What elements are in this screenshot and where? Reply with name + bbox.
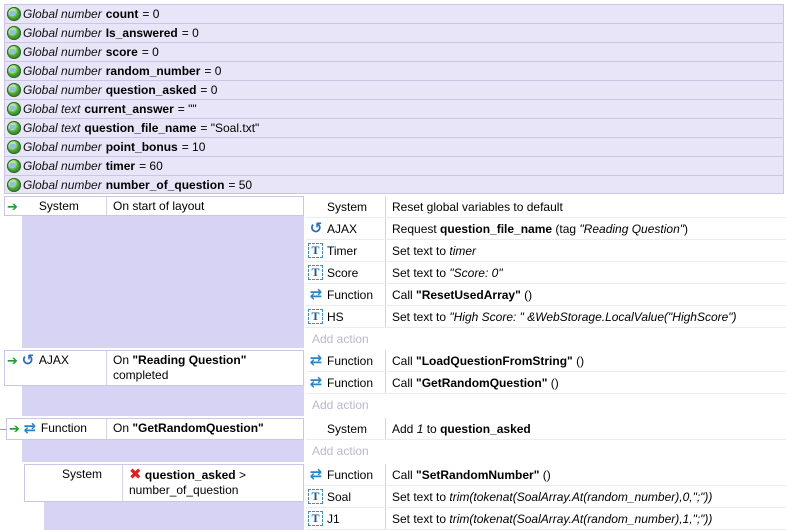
globe-icon [7,178,21,192]
event-3-actions: System Add 1 to question_asked Add actio… [306,418,786,462]
action-row[interactable]: System Reset global variables to default [306,196,786,218]
event-4-condition[interactable]: System ✖ question_asked > number_of_quest… [24,464,304,502]
global-variable-row[interactable]: Global number count = 0 [4,4,784,23]
globe-icon [7,64,21,78]
text-object-icon: T [308,510,323,526]
globe-icon [7,140,21,154]
globe-icon [7,26,21,40]
function-icon: ⇄ [309,465,323,483]
condition-object: System [25,465,123,501]
gear-icon [308,199,324,215]
globe-icon [7,83,21,97]
globe-icon [7,159,21,173]
text-object-icon: T [308,308,323,324]
action-row[interactable]: ⇄ Function Call "SetRandomNumber" () [306,464,786,486]
action-row[interactable]: ⇄ Function Call "LoadQuestionFromString" … [306,350,786,372]
text-object-icon: T [308,488,323,504]
add-action-link[interactable]: Add action [306,394,786,416]
gear-icon [308,421,324,437]
condition-object: ➔ ⇄ Function [7,419,107,439]
add-action-link[interactable]: Add action [306,440,786,462]
ajax-icon: ↺ [21,352,35,369]
global-variables: Global number count = 0 Global number Is_an… [4,4,784,194]
condition-object: ➔ System [5,197,107,215]
event-1-condition-area [22,196,304,348]
global-variable-row[interactable]: Global number question_asked = 0 [4,80,784,99]
action-row[interactable]: T HS Set text to "High Score: " &WebStora… [306,306,786,328]
trigger-arrow-icon: ➔ [7,353,18,368]
action-row[interactable]: T Score Set text to "Score: 0" [306,262,786,284]
globe-icon [7,102,21,116]
action-row[interactable]: T Timer Set text to timer [306,240,786,262]
event-2-condition[interactable]: ➔ ↺ AJAX On "Reading Question" completed [4,350,304,386]
trigger-arrow-icon: ➔ [7,199,18,214]
event-2-actions: ⇄ Function Call "LoadQuestionFromString" … [306,350,786,416]
globe-icon [7,121,21,135]
function-icon: ⇄ [309,351,323,369]
global-variable-row[interactable]: Global text current_answer = "" [4,99,784,118]
action-row[interactable]: System Add 1 to question_asked [306,418,786,440]
event-1-condition[interactable]: ➔ System On start of layout [4,196,304,216]
event-3-condition[interactable]: ➔ ⇄ Function On "GetRandomQuestion" [6,418,304,440]
global-variable-row[interactable]: Global text question_file_name = "Soal.txt… [4,118,784,137]
global-variable-row[interactable]: Global number number_of_question = 50 [4,175,784,194]
action-row[interactable]: ⇄ Function Call "GetRandomQuestion" () [306,372,786,394]
gear-icon [20,199,36,215]
text-object-icon: T [308,264,323,280]
action-row[interactable]: ⇄ Function Call "ResetUsedArray" () [306,284,786,306]
action-row[interactable]: ↺ AJAX Request question_file_name (tag "R… [306,218,786,240]
event-1-actions: System Reset global variables to default… [306,196,786,350]
global-variable-row[interactable]: Global number timer = 60 [4,156,784,175]
function-icon: ⇄ [23,420,37,437]
invert-condition-icon: ✖ [129,466,142,483]
globe-icon [7,45,21,59]
action-row[interactable]: T Soal Set text to trim(tokenat(SoalArray… [306,486,786,508]
global-variable-row[interactable]: Global number random_number = 0 [4,61,784,80]
text-object-icon: T [308,242,323,258]
trigger-arrow-icon: ➔ [9,421,20,436]
function-icon: ⇄ [309,373,323,391]
function-icon: ⇄ [309,285,323,303]
condition-object: ➔ ↺ AJAX [5,351,107,385]
global-variable-row[interactable]: Global number score = 0 [4,42,784,61]
ajax-icon: ↺ [309,219,323,237]
action-row[interactable]: T J1 Set text to trim(tokenat(SoalArray.A… [306,508,786,530]
global-variable-row[interactable]: Global number point_bonus = 10 [4,137,784,156]
gear-icon [43,467,59,483]
global-variable-row[interactable]: Global number Is_answered = 0 [4,23,784,42]
add-action-link[interactable]: Add action [306,328,786,350]
event-4-actions: ⇄ Function Call "SetRandomNumber" () T Soa… [306,464,786,530]
globe-icon [7,7,21,21]
